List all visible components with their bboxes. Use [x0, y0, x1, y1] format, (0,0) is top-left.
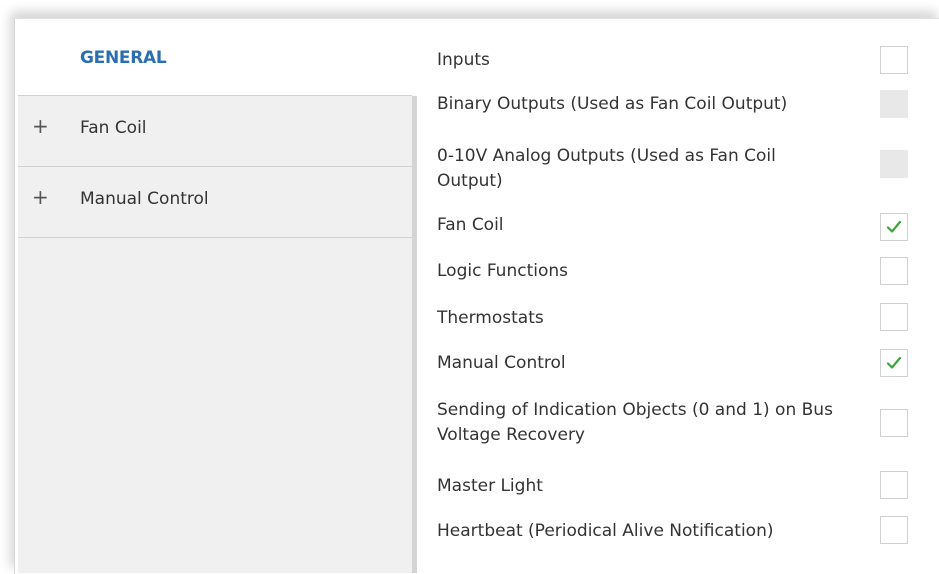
sidebar-item-label: GENERAL: [80, 48, 167, 68]
sidebar-nav: GENERAL + Fan Coil + Manual Control: [18, 24, 412, 573]
sidebar-item-label: Manual Control: [80, 189, 209, 209]
option-label: Logic Functions: [437, 261, 569, 281]
option-label: Fan Coil: [437, 215, 504, 235]
checkbox-inputs[interactable]: [880, 46, 908, 74]
option-label: Binary Outputs (Used as Fan Coil Output): [437, 94, 788, 114]
checkmark-icon: [886, 356, 902, 369]
checkbox-manual-control[interactable]: [880, 349, 908, 377]
sidebar-item-label: Fan Coil: [80, 118, 147, 138]
checkmark-icon: [886, 220, 902, 233]
option-label: Master Light: [437, 476, 543, 496]
checkbox-fan-coil[interactable]: [880, 213, 908, 241]
checkbox-binary-outputs: [880, 90, 908, 118]
sidebar-item-fan-coil[interactable]: + Fan Coil: [18, 96, 412, 167]
checkbox-thermostats[interactable]: [880, 303, 908, 331]
checkbox-logic-functions[interactable]: [880, 257, 908, 285]
sidebar-item-manual-control[interactable]: + Manual Control: [18, 167, 412, 238]
checkbox-analog-outputs: [880, 150, 908, 178]
option-label: Heartbeat (Periodical Alive Notification…: [437, 521, 774, 541]
option-label: Thermostats: [437, 308, 544, 328]
plus-icon[interactable]: +: [32, 187, 49, 207]
plus-icon[interactable]: +: [32, 116, 49, 136]
checkbox-heartbeat[interactable]: [880, 516, 908, 544]
checkbox-indication-objects[interactable]: [880, 409, 908, 437]
option-label: Manual Control: [437, 353, 566, 373]
sidebar-item-general[interactable]: GENERAL: [18, 24, 412, 95]
option-label: Sending of Indication Objects (0 and 1) …: [437, 400, 833, 445]
panel-divider: [412, 96, 417, 573]
option-label: 0-10V Analog Outputs (Used as Fan Coil O…: [437, 146, 776, 191]
checkbox-master-light[interactable]: [880, 471, 908, 499]
option-label: Inputs: [437, 50, 490, 70]
